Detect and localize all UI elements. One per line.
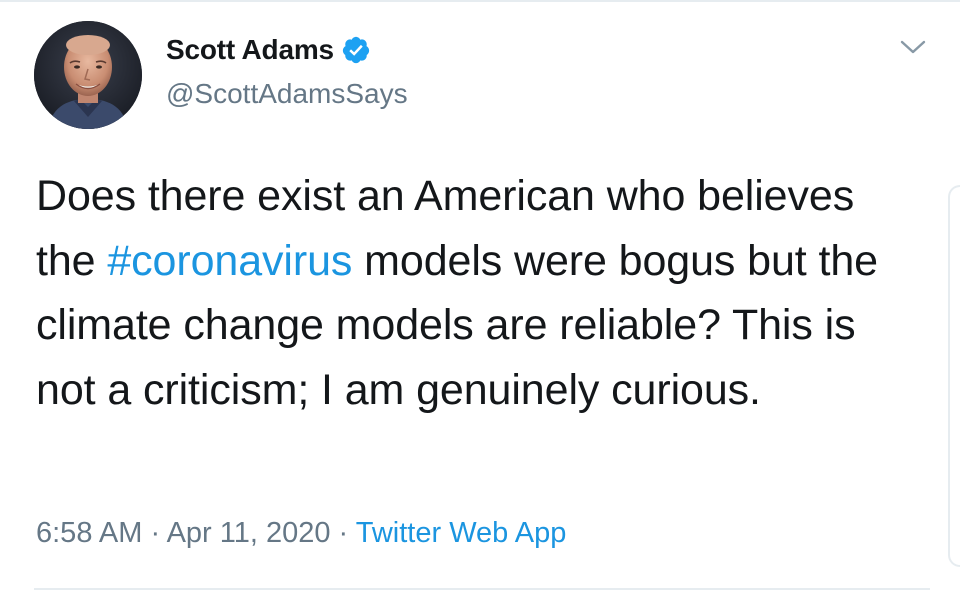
meta-separator: ·: [330, 517, 356, 549]
adjacent-card-edge: [948, 185, 960, 567]
avatar-photo: [34, 21, 142, 129]
top-divider: [0, 0, 960, 2]
bottom-divider: [34, 588, 930, 590]
hashtag-link[interactable]: #coronavirus: [107, 237, 352, 285]
tweet-meta: 6:58 AM · Apr 11, 2020 · Twitter Web App: [36, 517, 566, 550]
tweet-text: Does there exist an American who believe…: [36, 164, 916, 422]
tweet-source-link[interactable]: Twitter Web App: [356, 517, 567, 549]
tweet-card: Scott Adams @ScottAdamsSays Does there e…: [0, 0, 960, 600]
tweet-time[interactable]: 6:58 AM: [36, 517, 142, 549]
verified-badge-icon: [341, 35, 371, 65]
avatar[interactable]: [34, 21, 142, 129]
user-handle[interactable]: @ScottAdamsSays: [166, 78, 408, 110]
display-name[interactable]: Scott Adams: [166, 34, 334, 66]
tweet-date[interactable]: Apr 11, 2020: [167, 517, 331, 549]
chevron-down-icon[interactable]: [898, 36, 928, 58]
name-row: Scott Adams: [166, 32, 371, 68]
meta-separator: ·: [142, 517, 167, 549]
